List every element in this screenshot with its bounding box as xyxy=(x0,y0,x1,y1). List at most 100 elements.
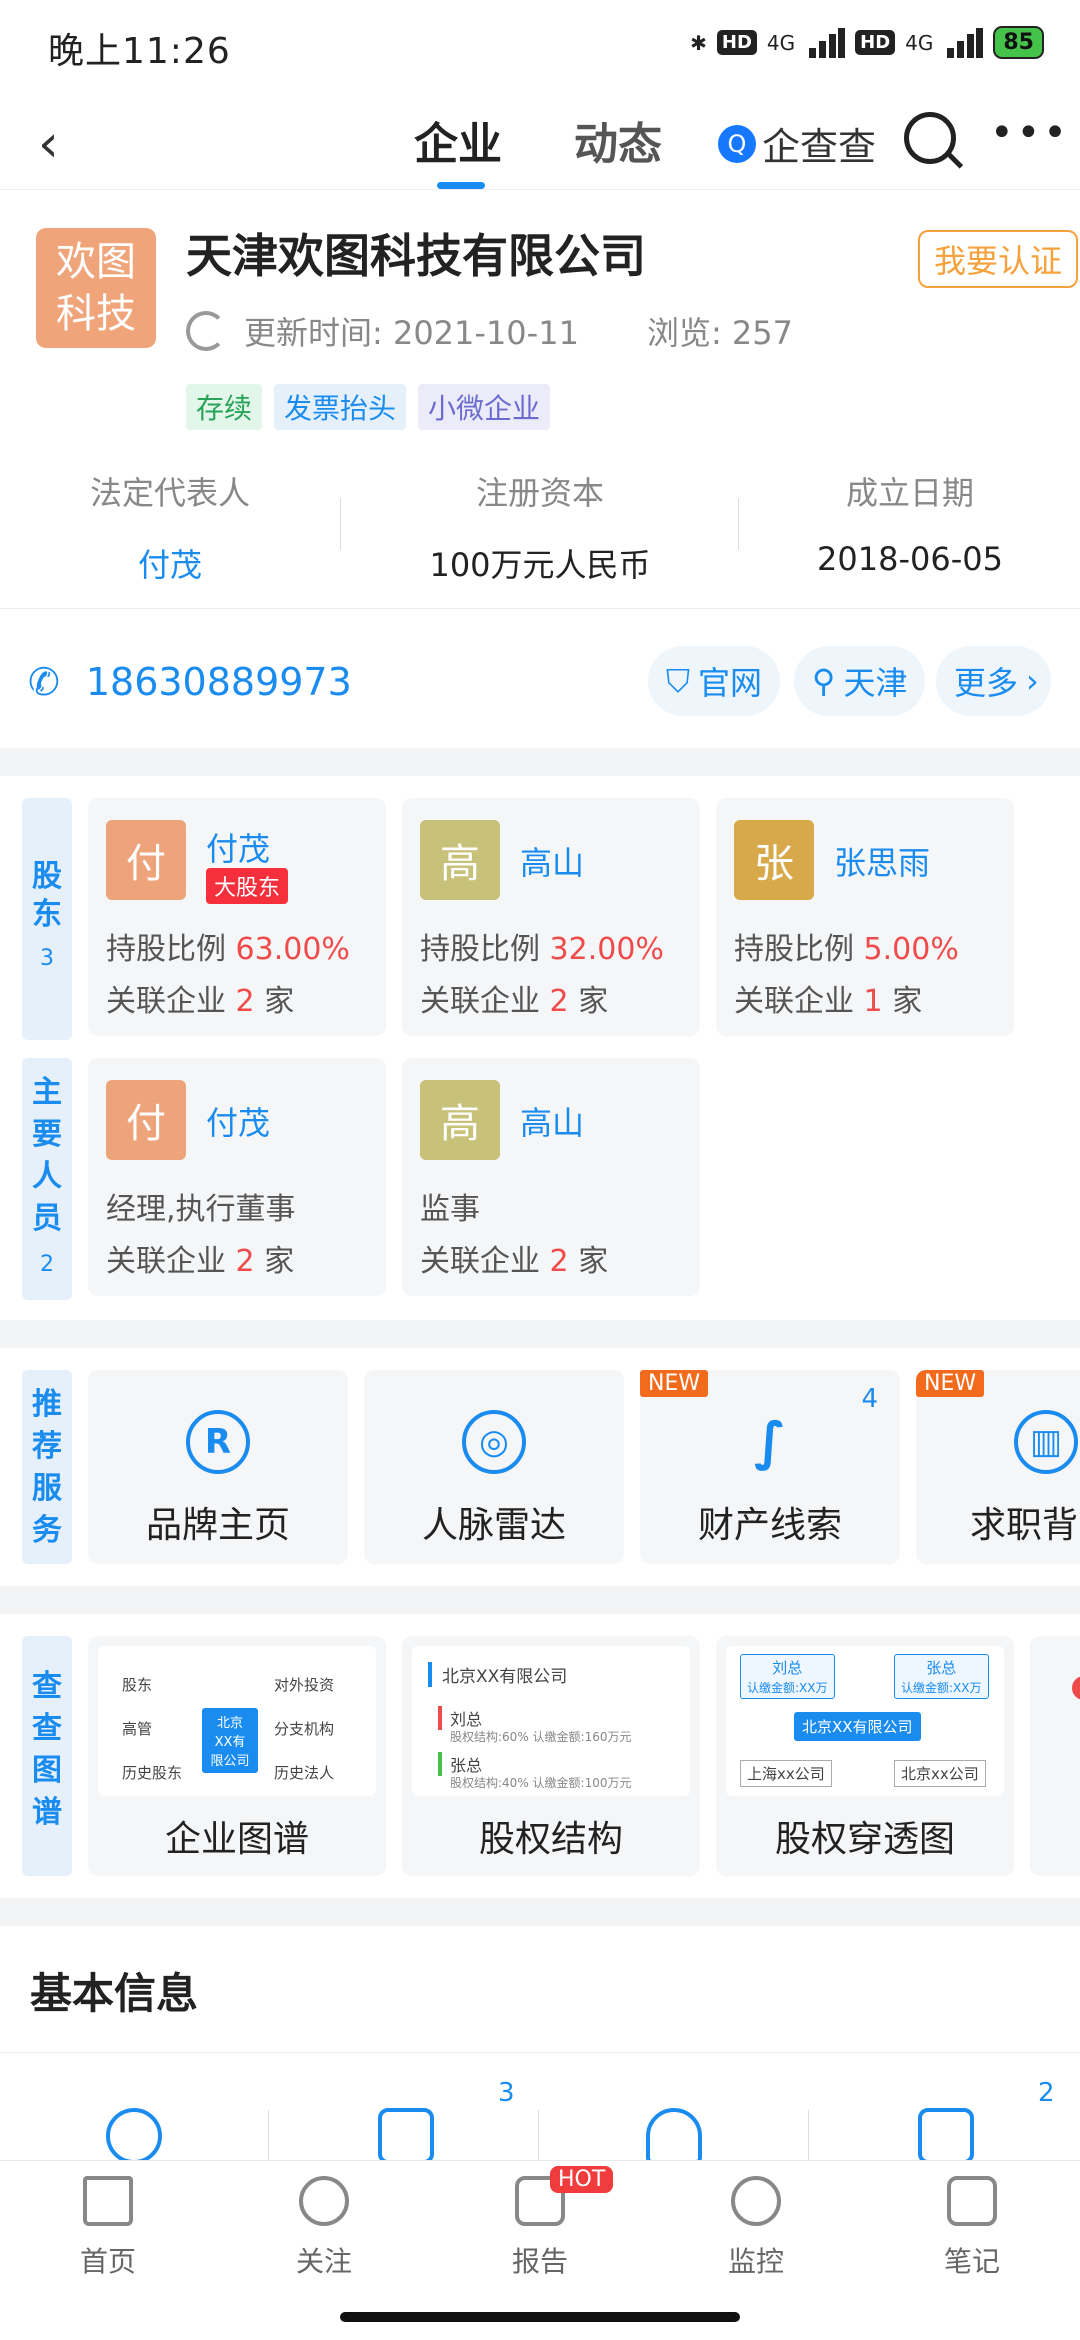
section-gap xyxy=(0,1898,1080,1926)
location-button[interactable]: ⚲ 天津 xyxy=(794,646,926,716)
heart-icon xyxy=(299,2176,349,2226)
website-label: 官网 xyxy=(698,664,763,702)
related-row: 关联企业 1 家 xyxy=(734,984,923,1019)
document-person-icon[interactable] xyxy=(918,2108,974,2164)
graph-detail: 股权结构:40% 认缴金额:100万元 xyxy=(450,1776,632,1790)
graph-node: 对外投资 xyxy=(274,1676,335,1694)
shareholder-name[interactable]: 高山 xyxy=(520,838,584,884)
graph-person: 张总 xyxy=(438,1752,482,1776)
refresh-icon[interactable] xyxy=(186,311,226,351)
staff-name[interactable]: 高山 xyxy=(520,1098,584,1144)
divider xyxy=(268,2110,269,2162)
service-label: 求职背 xyxy=(970,1505,1079,1546)
graph-equity[interactable]: 北京XX有限公司 刘总 股权结构:60% 认缴金额:160万元 张总 股权结构:… xyxy=(402,1636,700,1876)
service-label: 人脉雷达 xyxy=(421,1505,566,1546)
status-time: 晚上11:26 xyxy=(48,31,231,72)
shareholder-name[interactable]: 付茂 xyxy=(206,824,270,870)
shareholder-card[interactable]: 张 张思雨 持股比例 5.00% 关联企业 1 家 xyxy=(716,798,1014,1036)
edit-icon xyxy=(947,2176,997,2226)
equity-graph-preview: 北京XX有限公司 刘总 股权结构:60% 认缴金额:160万元 张总 股权结构:… xyxy=(412,1646,690,1796)
person-icon[interactable] xyxy=(646,2108,702,2164)
id-card-icon[interactable] xyxy=(378,2108,434,2164)
service-job-background[interactable]: NEW ▥ 求职背 xyxy=(916,1370,1080,1564)
graph-detail: 股权结构:60% 认缴金额:160万元 xyxy=(450,1730,632,1744)
seal-icon[interactable] xyxy=(106,2108,162,2164)
more-icon[interactable]: ••• xyxy=(990,110,1070,156)
shareholder-name[interactable]: 张思雨 xyxy=(834,838,930,884)
staff-name[interactable]: 付茂 xyxy=(206,1098,270,1144)
shareholders-label[interactable]: 股东 3 xyxy=(22,798,72,1040)
shareholder-card[interactable]: 高 高山 持股比例 32.00% 关联企业 2 家 xyxy=(402,798,700,1036)
divider xyxy=(0,608,1080,609)
status-tags: 存续 发票抬头 小微企业 xyxy=(186,384,551,430)
more-button[interactable]: 更多 › xyxy=(936,646,1051,716)
tag-invoice[interactable]: 发票抬头 xyxy=(274,384,407,430)
home-icon xyxy=(83,2176,133,2226)
section-gap xyxy=(0,748,1080,776)
graph-enterprise[interactable]: 股东 对外投资 高管 北京XX有限公司 分支机构 历史股东 历史法人 企业图谱 xyxy=(88,1636,386,1876)
service-brand-page[interactable]: R 品牌主页 xyxy=(88,1370,348,1564)
divider xyxy=(0,2052,1080,2053)
staff-count: 2 xyxy=(40,1252,54,1277)
tab-home[interactable]: 首页 xyxy=(48,2176,168,2280)
bluetooth-icon: ✱ xyxy=(690,30,707,55)
website-button[interactable]: ⛉ 官网 xyxy=(648,646,781,716)
graph-next-card[interactable] xyxy=(1030,1636,1080,1876)
network-label-2: 4G xyxy=(905,30,934,55)
search-icon[interactable] xyxy=(904,112,956,164)
legal-rep-label: 法定代表人 xyxy=(89,474,250,512)
home-indicator xyxy=(340,2312,740,2322)
tab-follow[interactable]: 关注 xyxy=(264,2176,384,2280)
top-nav: ‹ 企业 动态 Q 企查查 ••• xyxy=(0,96,1080,190)
shareholders-label-text: 股东 xyxy=(32,859,62,932)
hd-icon-2: HD xyxy=(855,30,896,55)
found-date: 成立日期 2018-06-05 xyxy=(740,468,1080,578)
basic-count: 3 xyxy=(498,2078,515,2108)
shareholder-card[interactable]: 付 付茂 大股东 持股比例 63.00% 关联企业 2 家 xyxy=(88,798,386,1036)
staff-card[interactable]: 付 付茂 经理,执行董事 关联企业 2 家 xyxy=(88,1058,386,1296)
location-label: 天津 xyxy=(843,664,908,702)
service-label: 品牌主页 xyxy=(145,1505,290,1546)
phone-row[interactable]: ✆ 18630889973 xyxy=(28,660,352,704)
services-label: 推荐服务 xyxy=(22,1370,72,1564)
service-label: 财产线索 xyxy=(697,1505,842,1546)
chevron-right-icon: › xyxy=(1026,662,1039,700)
tab-report[interactable]: HOT 报告 xyxy=(480,2166,614,2280)
tab-indicator xyxy=(437,182,485,189)
service-property-clues[interactable]: NEW 4 ∫ 财产线索 xyxy=(640,1370,900,1564)
service-contact-radar[interactable]: ◎ 人脉雷达 xyxy=(364,1370,624,1564)
graph-node: 股东 xyxy=(122,1676,153,1694)
reg-capital: 注册资本 100万元人民币 xyxy=(370,468,710,586)
tab-enterprise[interactable]: 企业 xyxy=(414,108,502,172)
phone-number[interactable]: 18630889973 xyxy=(86,660,352,704)
update-row: 更新时间: 2021-10-11 浏览: 257 xyxy=(186,308,793,354)
avatar: 付 xyxy=(106,1080,186,1160)
avatar: 高 xyxy=(420,820,500,900)
graph-penetration[interactable]: 刘总 认缴金额:XX万 张总 认缴金额:XX万 北京XX有限公司 上海xx公司 北京… xyxy=(716,1636,1014,1876)
graph-node: 历史法人 xyxy=(274,1764,335,1782)
tab-notes[interactable]: 笔记 xyxy=(912,2176,1032,2280)
company-logo: 欢图 科技 xyxy=(36,228,156,348)
graph-person: 刘总 xyxy=(438,1706,482,1730)
back-icon[interactable]: ‹ xyxy=(38,114,59,174)
graph-center-node: 北京XX有限公司 xyxy=(202,1708,258,1773)
related-row: 关联企业 2 家 xyxy=(420,984,609,1019)
related-row: 关联企业 2 家 xyxy=(106,984,295,1019)
hot-badge: HOT xyxy=(550,2166,614,2193)
legal-rep-value[interactable]: 付茂 xyxy=(0,540,340,586)
ratio-row: 持股比例 5.00% xyxy=(734,932,959,967)
tab-dynamics[interactable]: 动态 xyxy=(574,108,662,172)
tab-monitor[interactable]: 监控 xyxy=(696,2176,816,2280)
certify-button[interactable]: 我要认证 xyxy=(918,230,1079,288)
legal-rep[interactable]: 法定代表人 付茂 xyxy=(0,468,340,586)
staff-card[interactable]: 高 高山 监事 关联企业 2 家 xyxy=(402,1058,700,1296)
reg-capital-label: 注册资本 xyxy=(475,474,604,512)
major-shareholder-badge: 大股东 xyxy=(206,868,289,904)
basic-info-title: 基本信息 xyxy=(30,1969,199,2018)
staff-label[interactable]: 主要人员 2 xyxy=(22,1058,72,1300)
radar-icon: ◎ xyxy=(462,1410,526,1474)
registered-icon: R xyxy=(186,1410,250,1474)
status-bar: 晚上11:26 ✱ HD 4G HD 4G 85 xyxy=(0,0,1080,96)
qcc-brand[interactable]: Q 企查查 xyxy=(718,116,876,171)
new-badge: NEW xyxy=(916,1370,985,1397)
